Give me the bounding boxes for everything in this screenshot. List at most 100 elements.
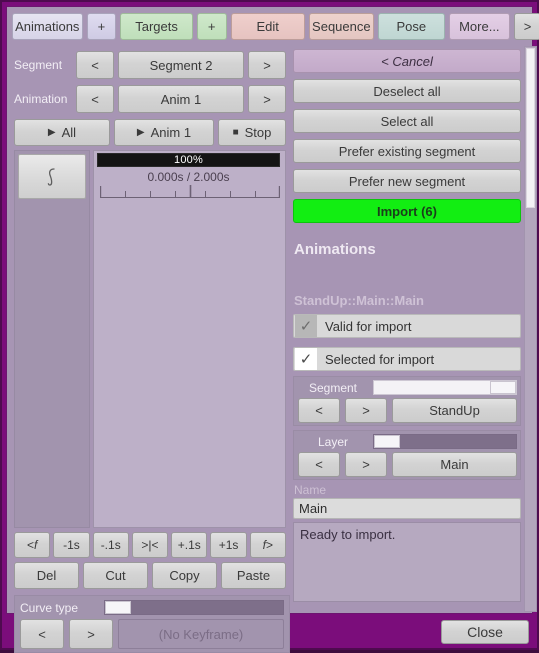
- import-layer-value-button[interactable]: Main: [392, 452, 517, 477]
- paste-button[interactable]: Paste: [221, 562, 286, 589]
- step-back-tenth-button[interactable]: -.1s: [92, 532, 129, 558]
- tab-edit[interactable]: Edit: [230, 13, 305, 40]
- import-segment-slider-row: Segment: [298, 380, 517, 395]
- delete-label: Del: [36, 568, 57, 583]
- valid-for-import-checkbox: ✓: [295, 315, 317, 337]
- step-fwd-1s-button[interactable]: +1s: [210, 532, 247, 558]
- segment-selector-row: Segment < Segment 2 >: [14, 51, 286, 79]
- add-animation-button[interactable]: +: [86, 13, 117, 40]
- name-input[interactable]: Main: [293, 498, 521, 519]
- segment-value-button[interactable]: Segment 2: [118, 51, 244, 79]
- close-button[interactable]: Close: [441, 620, 529, 644]
- selected-for-import-checkbox[interactable]: ✓: [295, 348, 317, 370]
- cut-button[interactable]: Cut: [83, 562, 148, 589]
- import-layer-slider-thumb[interactable]: [374, 435, 400, 448]
- tab-pose[interactable]: Pose: [377, 13, 445, 40]
- play-all-label: All: [61, 125, 77, 140]
- curve-type-label: Curve type: [20, 600, 79, 615]
- track-name-list[interactable]: [14, 150, 90, 528]
- import-label: Import (6): [377, 203, 437, 219]
- valid-for-import-row: ✓ Valid for import: [293, 314, 521, 338]
- next-keyframe-button[interactable]: f >: [249, 532, 286, 558]
- import-segment-value-label: StandUp: [429, 403, 480, 418]
- tab-targets-label: Targets: [135, 19, 178, 34]
- tab-more-label: More...: [459, 19, 500, 34]
- tab-edit-label: Edit: [256, 19, 279, 34]
- cancel-button[interactable]: < Cancel: [293, 49, 521, 73]
- import-segment-next-button[interactable]: >: [345, 398, 387, 423]
- stop-button[interactable]: ■ Stop: [218, 119, 286, 146]
- prev-keyframe-button[interactable]: < f: [14, 532, 51, 558]
- playback-progress-label: 100%: [174, 154, 203, 166]
- import-pane-scrollbar-thumb[interactable]: [526, 48, 535, 208]
- add-animation-label: +: [97, 19, 106, 34]
- import-layer-buttons-row: < > Main: [298, 452, 517, 477]
- import-segment-value-button[interactable]: StandUp: [392, 398, 517, 423]
- import-layer-prev-button[interactable]: <: [298, 452, 340, 477]
- selected-for-import-row[interactable]: ✓ Selected for import: [293, 347, 521, 371]
- add-target-button[interactable]: +: [196, 13, 227, 40]
- curve-type-slider[interactable]: [104, 600, 284, 615]
- animation-label: Animation: [14, 92, 68, 106]
- check-icon: ✓: [299, 351, 313, 368]
- import-segment-slider[interactable]: [373, 380, 517, 395]
- stop-label: Stop: [244, 125, 272, 140]
- check-icon: ✓: [299, 318, 313, 335]
- animation-next-button[interactable]: >: [248, 85, 286, 113]
- snap-center-button[interactable]: >|<: [131, 532, 169, 558]
- tab-targets[interactable]: Targets: [120, 13, 193, 40]
- import-segment-label: Segment: [308, 380, 358, 395]
- import-button[interactable]: Import (6): [293, 199, 521, 223]
- import-layer-group: Layer < > Main: [293, 430, 521, 480]
- tab-sequence[interactable]: Sequence: [308, 13, 374, 40]
- chevron-right-icon: >: [362, 403, 370, 418]
- chevron-left-icon: <: [91, 91, 99, 107]
- step-fwd-1s-label: +1s: [218, 538, 239, 552]
- animation-editor-pane: Segment < Segment 2 > Animation < Anim 1…: [12, 46, 290, 653]
- segment-next-button[interactable]: >: [248, 51, 286, 79]
- close-label: Close: [467, 624, 503, 640]
- stop-icon: ■: [232, 126, 239, 138]
- prev-keyframe-label: <: [26, 538, 34, 552]
- curve-icon: [47, 167, 55, 186]
- animation-value-button[interactable]: Anim 1: [118, 85, 244, 113]
- segment-prev-button[interactable]: <: [76, 51, 114, 79]
- chevron-right-icon: >: [263, 91, 271, 107]
- step-back-1s-button[interactable]: -1s: [53, 532, 90, 558]
- import-segment-prev-button[interactable]: <: [298, 398, 340, 423]
- deselect-all-button[interactable]: Deselect all: [293, 79, 521, 103]
- import-pane-scrollbar[interactable]: [524, 46, 537, 612]
- animation-value-label: Anim 1: [160, 91, 202, 107]
- step-back-tenth-label: -.1s: [100, 538, 121, 552]
- timeline-ruler[interactable]: [100, 185, 280, 198]
- step-fwd-tenth-button[interactable]: +.1s: [171, 532, 208, 558]
- play-animation-button[interactable]: ▶ Anim 1: [114, 119, 214, 146]
- animations-section-title: Animations: [294, 241, 376, 258]
- client-area: Animations + Targets + Edit Sequence Pos…: [6, 6, 539, 653]
- track-cell[interactable]: [18, 154, 86, 199]
- tab-strip-next-button[interactable]: >: [513, 13, 539, 40]
- status-message-box: Ready to import.: [293, 522, 521, 602]
- import-pane-content: < Cancel Deselect all Select all Prefer …: [291, 46, 523, 612]
- play-icon: ▶: [136, 126, 145, 138]
- delete-button[interactable]: Del: [14, 562, 79, 589]
- tab-sequence-label: Sequence: [312, 19, 371, 34]
- import-layer-value-label: Main: [440, 457, 469, 472]
- prefer-existing-segment-button[interactable]: Prefer existing segment: [293, 139, 521, 163]
- copy-button[interactable]: Copy: [152, 562, 217, 589]
- import-segment-slider-thumb[interactable]: [490, 381, 516, 394]
- tab-more[interactable]: More...: [448, 13, 510, 40]
- animation-prev-button[interactable]: <: [76, 85, 114, 113]
- import-layer-slider[interactable]: [373, 434, 517, 449]
- timeline-curve-area[interactable]: 100% 0.000s / 2.000s: [93, 150, 286, 528]
- tab-animations[interactable]: Animations: [12, 13, 83, 40]
- prefer-new-segment-button[interactable]: Prefer new segment: [293, 169, 521, 193]
- import-layer-next-button[interactable]: >: [345, 452, 387, 477]
- select-all-button[interactable]: Select all: [293, 109, 521, 133]
- curve-type-slider-thumb[interactable]: [105, 601, 131, 614]
- chevron-left-icon: <: [91, 57, 99, 73]
- valid-for-import-label: Valid for import: [325, 318, 412, 334]
- playback-progress-bar[interactable]: 100%: [97, 153, 280, 167]
- play-all-button[interactable]: ▶ All: [14, 119, 110, 146]
- keyframe-navigation-row: < f -1s -.1s >|< +.1s +1s f >: [14, 532, 286, 558]
